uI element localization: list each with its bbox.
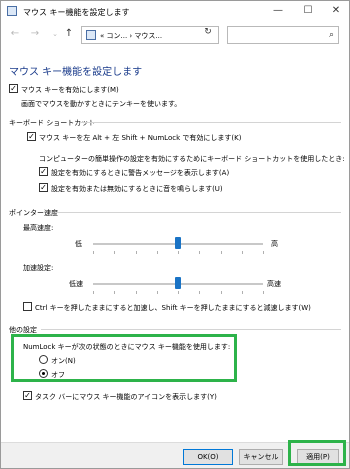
- history-dropdown-icon[interactable]: ⌄: [49, 28, 61, 40]
- warning-message-label[interactable]: 設定を有効にするときに警告メッセージを表示します(A): [51, 168, 229, 178]
- search-input[interactable]: ⌕: [227, 26, 339, 44]
- page-title: マウス キー機能を設定します: [9, 67, 143, 78]
- slider-tick: [156, 291, 158, 294]
- section-pointer-speed: ポインター速度: [9, 209, 58, 217]
- slider-tick: [263, 291, 264, 294]
- slider-tick: [135, 251, 137, 254]
- acceleration-high-label: 高速: [267, 280, 281, 288]
- acceleration-label: 加速設定:: [23, 264, 54, 272]
- shortcut-checkbox[interactable]: ✓: [27, 132, 36, 141]
- settings-window: マウス キー機能を設定します — ☐ ✕ ← → ⌄ ↑ « コン... › マ…: [0, 0, 350, 469]
- slider-tick: [241, 251, 243, 254]
- section-divider: [41, 329, 341, 330]
- section-keyboard-shortcut: キーボード ショートカット: [9, 119, 96, 127]
- numlock-on-radio[interactable]: [39, 355, 48, 364]
- ease-of-access-description: コンピューターの簡単操作の設定を有効にするためにキーボード ショートカットを使用…: [39, 155, 345, 163]
- numlock-off-label[interactable]: オフ: [51, 370, 65, 380]
- top-speed-label: 最高速度:: [23, 224, 54, 232]
- shortcut-label[interactable]: マウス キーを左 Alt + 左 Shift + NumLock で有効にします…: [39, 133, 241, 143]
- window-title: マウス キー機能を設定します: [23, 8, 130, 17]
- enable-mouse-keys-description: 画面でマウスを動かすときにテンキーを使います。: [21, 100, 182, 108]
- slider-tick: [135, 291, 137, 294]
- numlock-on-label[interactable]: オン(N): [51, 356, 76, 366]
- app-icon: [7, 6, 17, 16]
- address-bar[interactable]: « コン... › マウス... ⌄: [81, 26, 268, 44]
- top-speed-high-label: 高: [271, 240, 278, 248]
- slider-tick: [178, 251, 179, 254]
- warning-message-checkbox[interactable]: ✓: [39, 167, 48, 176]
- slider-tick: [220, 251, 222, 254]
- slider-tick: [114, 251, 116, 254]
- sound-checkbox[interactable]: ✓: [39, 183, 48, 192]
- highlight-box-apply: [288, 440, 346, 466]
- taskbar-icon-label[interactable]: タスク バーにマウス キー機能のアイコンを表示します(Y): [35, 392, 217, 402]
- up-arrow-icon[interactable]: ↑: [63, 28, 75, 40]
- sound-label[interactable]: 設定を有効または無効にするときに音を鳴らします(U): [51, 184, 223, 194]
- section-divider: [81, 122, 341, 123]
- search-icon[interactable]: ⌕: [329, 30, 334, 40]
- maximize-button[interactable]: ☐: [293, 1, 323, 21]
- slider-tick: [199, 291, 201, 294]
- ctrl-shift-label[interactable]: Ctrl キーを押したままにすると加速し、Shift キーを押したままにすると減…: [35, 303, 311, 313]
- slider-tick: [199, 251, 201, 254]
- refresh-icon[interactable]: ↻: [201, 27, 215, 37]
- close-button[interactable]: ✕: [321, 1, 349, 21]
- breadcrumb[interactable]: « コン... › マウス...: [100, 31, 162, 41]
- back-arrow-icon[interactable]: ←: [9, 28, 21, 40]
- ok-button[interactable]: OK(O): [183, 449, 233, 465]
- ctrl-shift-checkbox[interactable]: [23, 302, 32, 311]
- top-speed-slider-thumb[interactable]: [175, 237, 181, 249]
- enable-mouse-keys-label[interactable]: マウス キーを有効にします(M): [21, 85, 119, 95]
- slider-tick: [93, 251, 94, 254]
- control-panel-icon: [86, 30, 96, 40]
- slider-tick: [178, 291, 179, 294]
- section-divider: [55, 212, 341, 213]
- slider-tick: [93, 291, 94, 294]
- numlock-off-radio[interactable]: [39, 369, 48, 378]
- minimize-button[interactable]: —: [263, 1, 293, 21]
- slider-tick: [220, 291, 222, 294]
- acceleration-low-label: 低速: [69, 280, 83, 288]
- slider-tick: [156, 251, 158, 254]
- title-bar: マウス キー機能を設定します — ☐ ✕: [1, 1, 349, 21]
- taskbar-icon-checkbox[interactable]: ✓: [23, 391, 32, 400]
- slider-tick: [114, 291, 116, 294]
- slider-tick: [263, 251, 264, 254]
- top-speed-low-label: 低: [75, 240, 82, 248]
- cancel-button[interactable]: キャンセル: [239, 449, 283, 465]
- slider-tick: [241, 291, 243, 294]
- acceleration-slider-thumb[interactable]: [175, 277, 181, 289]
- enable-mouse-keys-checkbox[interactable]: ✓: [9, 84, 18, 93]
- numlock-description: NumLock キーが次の状態のときにマウス キー機能を使用します:: [23, 343, 231, 351]
- forward-arrow-icon[interactable]: →: [29, 28, 41, 40]
